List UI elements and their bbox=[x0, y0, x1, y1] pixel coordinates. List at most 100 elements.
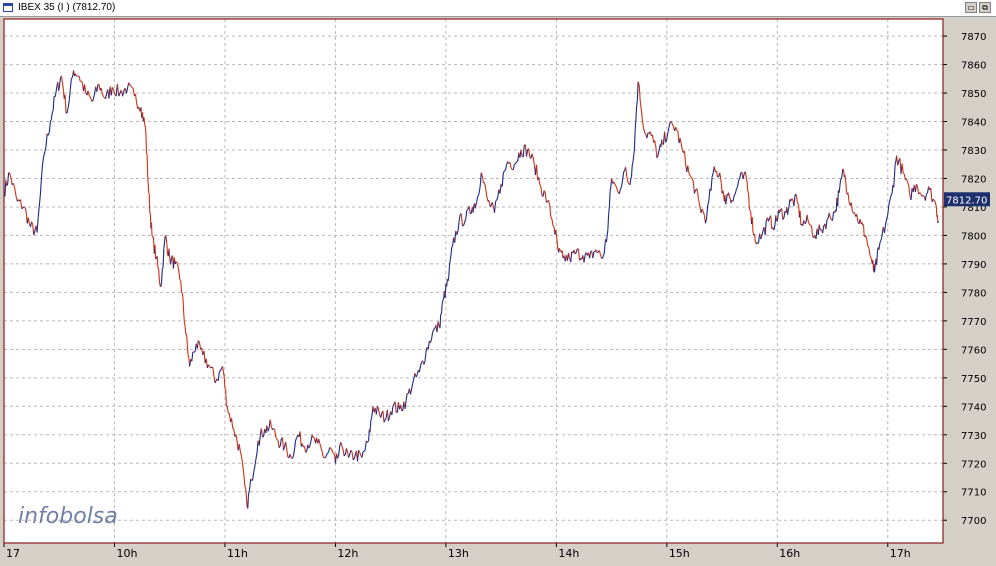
price-segment bbox=[152, 222, 153, 235]
price-segment bbox=[371, 419, 372, 421]
price-segment bbox=[188, 355, 189, 358]
minimize-button[interactable]: ▭ bbox=[965, 2, 977, 13]
y-tick-label: 7700 bbox=[961, 516, 986, 527]
x-tick-label: 10h bbox=[116, 547, 137, 560]
price-segment bbox=[333, 452, 334, 453]
price-segment bbox=[147, 153, 148, 155]
price-segment bbox=[729, 197, 730, 199]
price-segment bbox=[864, 225, 865, 237]
price-segment bbox=[597, 252, 598, 253]
price-segment bbox=[556, 234, 557, 241]
price-segment bbox=[442, 303, 443, 313]
price-segment bbox=[184, 323, 185, 327]
price-segment bbox=[792, 199, 793, 200]
price-segment bbox=[159, 281, 160, 286]
price-segment bbox=[732, 200, 733, 201]
price-segment bbox=[846, 182, 847, 192]
price-segment bbox=[659, 149, 660, 153]
price-segment bbox=[402, 410, 403, 411]
y-tick-label: 7720 bbox=[961, 459, 986, 470]
price-segment bbox=[662, 140, 663, 145]
price-segment bbox=[698, 194, 699, 199]
price-segment bbox=[23, 207, 24, 208]
chart-area: 7700771077207730774077507760777077807790… bbox=[0, 17, 996, 561]
price-segment bbox=[920, 193, 921, 194]
price-segment bbox=[148, 175, 149, 184]
x-tick-label: 14h bbox=[558, 547, 579, 560]
x-tick-label: 17 bbox=[6, 547, 20, 560]
price-segment bbox=[632, 162, 633, 165]
price-segment bbox=[630, 180, 631, 185]
price-segment bbox=[609, 191, 610, 206]
price-segment bbox=[250, 479, 251, 486]
price-segment bbox=[162, 267, 163, 268]
price-segment bbox=[894, 177, 895, 187]
price-segment bbox=[840, 180, 841, 186]
price-segment bbox=[746, 179, 747, 183]
y-tick-label: 7710 bbox=[961, 488, 986, 499]
window-titlebar: IBEX 35 (I ) (7812.70) ▭ ⧉ bbox=[0, 0, 996, 17]
price-segment bbox=[251, 479, 252, 480]
price-segment bbox=[727, 194, 728, 200]
y-tick-label: 7840 bbox=[961, 118, 986, 129]
price-segment bbox=[798, 203, 799, 205]
price-segment bbox=[729, 193, 730, 197]
price-segment bbox=[755, 234, 756, 241]
price-segment bbox=[634, 149, 635, 156]
price-segment bbox=[274, 429, 275, 430]
price-segment bbox=[442, 301, 443, 304]
y-tick-label: 7750 bbox=[961, 374, 986, 385]
price-segment bbox=[169, 249, 170, 259]
price-segment bbox=[749, 208, 750, 210]
last-price-label: 7812.70 bbox=[946, 195, 987, 206]
price-segment bbox=[183, 298, 184, 313]
restore-button[interactable]: ⧉ bbox=[979, 2, 991, 13]
price-segment bbox=[637, 82, 638, 100]
price-segment bbox=[476, 201, 477, 204]
price-segment bbox=[875, 265, 876, 272]
price-segment bbox=[809, 224, 810, 225]
price-segment bbox=[838, 190, 839, 206]
price-chart[interactable]: 7700771077207730774077507760777077807790… bbox=[0, 17, 996, 561]
price-segment bbox=[478, 193, 479, 195]
price-segment bbox=[467, 209, 468, 210]
y-tick-label: 7740 bbox=[961, 402, 986, 413]
price-segment bbox=[150, 212, 151, 214]
price-segment bbox=[481, 173, 482, 184]
x-tick-label: 17h bbox=[890, 547, 911, 560]
price-segment bbox=[233, 428, 234, 429]
price-segment bbox=[463, 225, 464, 226]
price-segment bbox=[841, 175, 842, 179]
price-segment bbox=[628, 182, 629, 184]
y-tick-label: 7860 bbox=[961, 61, 986, 72]
price-segment bbox=[353, 459, 354, 460]
price-segment bbox=[157, 256, 158, 267]
price-segment bbox=[22, 208, 23, 209]
price-segment bbox=[480, 183, 481, 189]
price-segment bbox=[165, 235, 166, 236]
price-segment bbox=[158, 267, 159, 270]
price-segment bbox=[165, 235, 166, 241]
price-segment bbox=[699, 203, 700, 207]
price-segment bbox=[440, 314, 441, 328]
price-segment bbox=[658, 152, 659, 156]
price-segment bbox=[626, 167, 627, 173]
price-segment bbox=[187, 346, 188, 356]
chart-window-icon bbox=[3, 3, 13, 12]
price-segment bbox=[145, 124, 146, 127]
y-tick-label: 7780 bbox=[961, 288, 986, 299]
y-tick-label: 7800 bbox=[961, 231, 986, 242]
price-segment bbox=[843, 169, 844, 170]
price-segment bbox=[211, 367, 212, 368]
price-segment bbox=[145, 127, 146, 135]
price-segment bbox=[631, 176, 632, 179]
window-title: IBEX 35 (I ) (7812.70) bbox=[18, 2, 115, 14]
price-segment bbox=[156, 258, 157, 259]
price-segment bbox=[185, 327, 186, 335]
price-segment bbox=[159, 270, 160, 281]
price-segment bbox=[608, 215, 609, 230]
price-segment bbox=[224, 373, 225, 376]
price-segment bbox=[167, 243, 168, 253]
y-tick-label: 7790 bbox=[961, 260, 986, 271]
price-segment bbox=[450, 260, 451, 265]
